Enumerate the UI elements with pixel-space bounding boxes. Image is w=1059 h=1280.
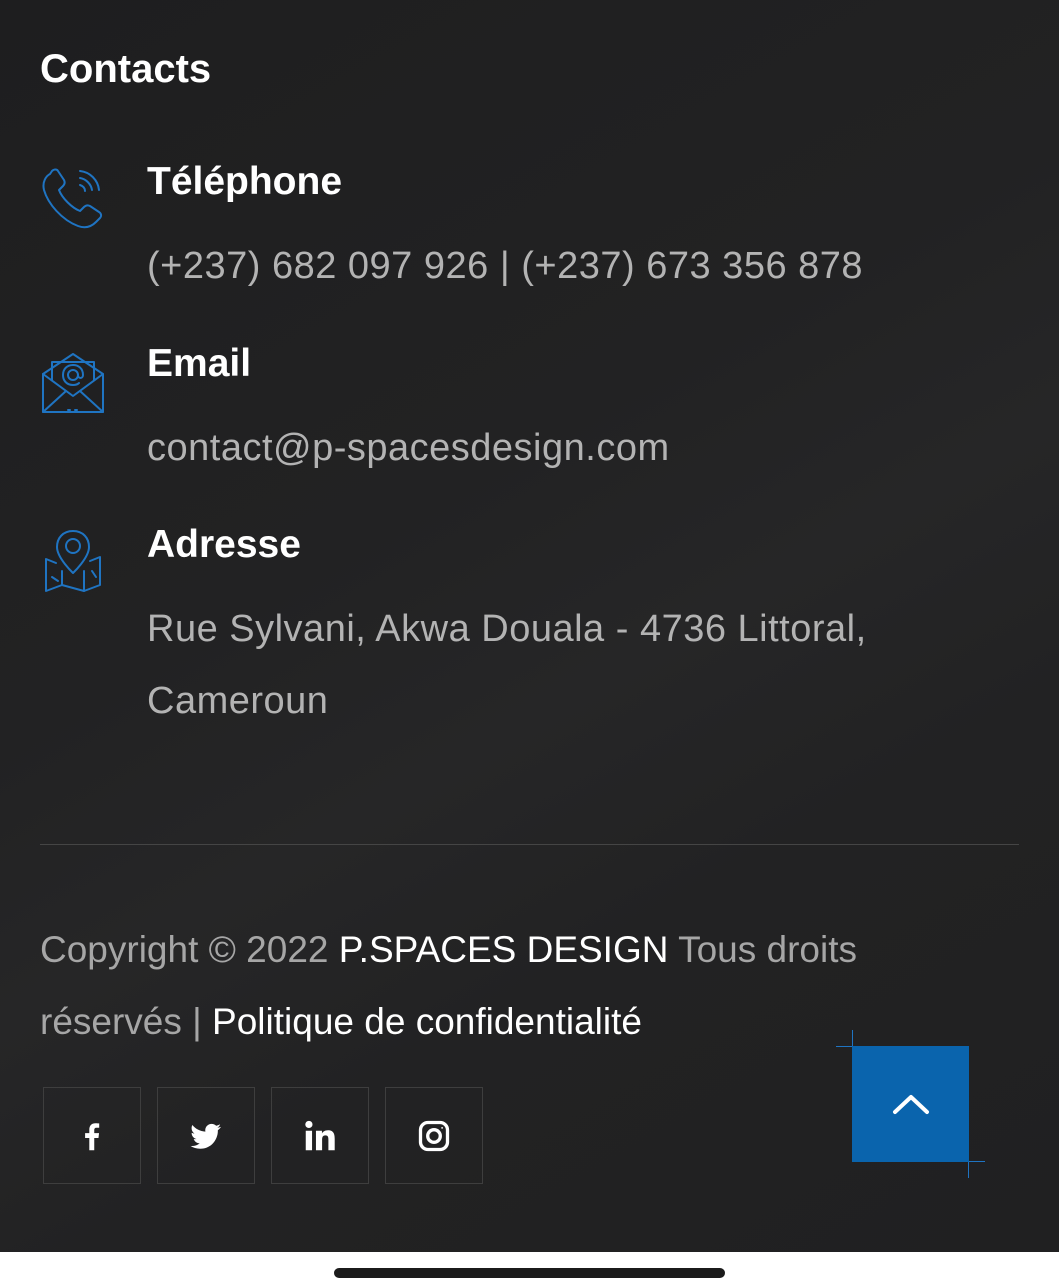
map-pin-icon <box>45 530 101 592</box>
contacts-heading: Contacts <box>40 47 212 91</box>
linkedin-button[interactable] <box>271 1087 369 1184</box>
footer-divider <box>40 844 1019 845</box>
back-to-top-corner-line <box>836 1046 852 1047</box>
instagram-icon <box>418 1120 450 1151</box>
privacy-policy-link[interactable]: Politique de confidentialité <box>212 1001 642 1042</box>
back-to-top-corner-line <box>969 1161 985 1162</box>
facebook-button[interactable] <box>43 1087 141 1184</box>
phone-icon <box>42 168 103 229</box>
copyright-prefix: Copyright © 2022 <box>40 929 339 970</box>
email-title: Email <box>147 342 252 385</box>
phone-value[interactable]: (+237) 682 097 926 | (+237) 673 356 878 <box>147 230 937 302</box>
address-title: Adresse <box>147 523 301 566</box>
home-indicator[interactable] <box>334 1268 725 1278</box>
twitter-icon <box>190 1123 221 1149</box>
footer-section: Contacts Téléphone (+237) 682 097 926 | … <box>0 0 1059 1252</box>
company-link[interactable]: P.SPACES DESIGN <box>339 929 669 970</box>
phone-title: Téléphone <box>147 160 343 203</box>
envelope-icon <box>42 353 104 413</box>
address-value[interactable]: Rue Sylvani, Akwa Douala - 4736 Littoral… <box>147 593 937 737</box>
back-to-top-corner-line <box>852 1030 853 1046</box>
email-value[interactable]: contact@p-spacesdesign.com <box>147 412 937 484</box>
instagram-button[interactable] <box>385 1087 483 1184</box>
chevron-up-icon <box>892 1095 929 1114</box>
back-to-top-button[interactable] <box>852 1046 969 1162</box>
facebook-icon <box>85 1122 100 1150</box>
twitter-button[interactable] <box>157 1087 255 1184</box>
linkedin-icon <box>305 1120 335 1150</box>
back-to-top-corner-line <box>968 1162 969 1178</box>
copyright-text: Copyright © 2022 P.SPACES DESIGN Tous dr… <box>40 914 920 1058</box>
